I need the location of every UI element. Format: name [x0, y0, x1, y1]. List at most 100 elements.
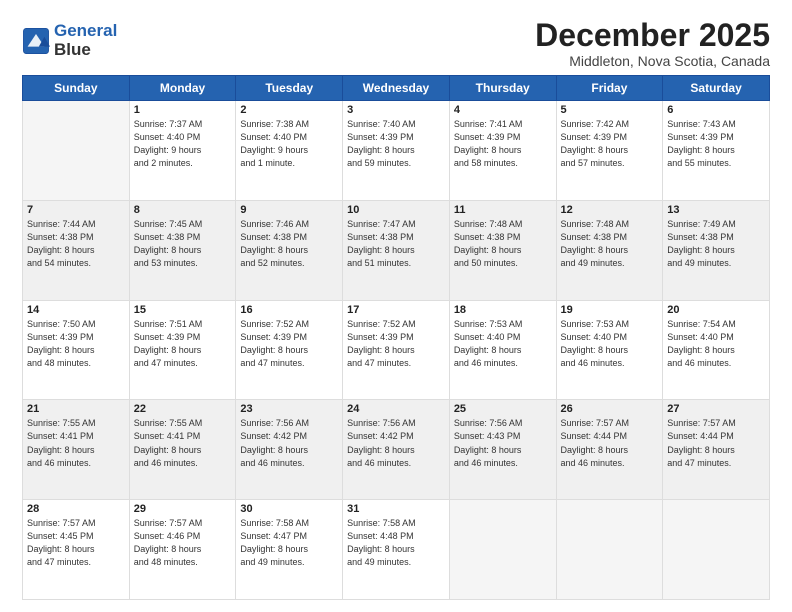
day-info: Sunrise: 7:52 AM Sunset: 4:39 PM Dayligh…	[347, 318, 445, 370]
day-info: Sunrise: 7:54 AM Sunset: 4:40 PM Dayligh…	[667, 318, 765, 370]
logo-text: General Blue	[54, 22, 117, 59]
day-info: Sunrise: 7:55 AM Sunset: 4:41 PM Dayligh…	[134, 417, 232, 469]
day-info: Sunrise: 7:55 AM Sunset: 4:41 PM Dayligh…	[27, 417, 125, 469]
calendar-day-cell: 5 Sunrise: 7:42 AM Sunset: 4:39 PM Daylig…	[556, 101, 663, 201]
day-info: Sunrise: 7:37 AM Sunset: 4:40 PM Dayligh…	[134, 118, 232, 170]
col-header-sunday: Sunday	[23, 76, 130, 101]
calendar-day-cell: 12 Sunrise: 7:48 AM Sunset: 4:38 PM Dayli…	[556, 200, 663, 300]
calendar-day-cell: 16 Sunrise: 7:52 AM Sunset: 4:39 PM Dayli…	[236, 300, 343, 400]
day-number: 27	[667, 403, 765, 415]
day-number: 4	[454, 104, 552, 116]
day-info: Sunrise: 7:57 AM Sunset: 4:46 PM Dayligh…	[134, 517, 232, 569]
day-info: Sunrise: 7:38 AM Sunset: 4:40 PM Dayligh…	[240, 118, 338, 170]
day-number: 24	[347, 403, 445, 415]
calendar-week-row: 7 Sunrise: 7:44 AM Sunset: 4:38 PM Daylig…	[23, 200, 770, 300]
calendar-empty-cell	[663, 500, 770, 600]
day-info: Sunrise: 7:57 AM Sunset: 4:44 PM Dayligh…	[667, 417, 765, 469]
day-number: 30	[240, 503, 338, 515]
calendar-day-cell: 1Sunrise: 7:37 AM Sunset: 4:40 PM Daylig…	[129, 101, 236, 201]
day-number: 8	[134, 204, 232, 216]
location: Middleton, Nova Scotia, Canada	[535, 53, 770, 69]
day-number: 12	[561, 204, 659, 216]
day-info: Sunrise: 7:48 AM Sunset: 4:38 PM Dayligh…	[561, 218, 659, 270]
day-number: 13	[667, 204, 765, 216]
day-info: Sunrise: 7:58 AM Sunset: 4:48 PM Dayligh…	[347, 517, 445, 569]
day-info: Sunrise: 7:47 AM Sunset: 4:38 PM Dayligh…	[347, 218, 445, 270]
day-number: 9	[240, 204, 338, 216]
col-header-monday: Monday	[129, 76, 236, 101]
day-info: Sunrise: 7:57 AM Sunset: 4:45 PM Dayligh…	[27, 517, 125, 569]
calendar-day-cell: 21Sunrise: 7:55 AM Sunset: 4:41 PM Dayli…	[23, 400, 130, 500]
day-number: 7	[27, 204, 125, 216]
calendar-day-cell: 27 Sunrise: 7:57 AM Sunset: 4:44 PM Dayli…	[663, 400, 770, 500]
day-number: 15	[134, 304, 232, 316]
calendar-day-cell: 25 Sunrise: 7:56 AM Sunset: 4:43 PM Dayli…	[449, 400, 556, 500]
day-info: Sunrise: 7:56 AM Sunset: 4:43 PM Dayligh…	[454, 417, 552, 469]
day-info: Sunrise: 7:45 AM Sunset: 4:38 PM Dayligh…	[134, 218, 232, 270]
calendar-day-cell: 8 Sunrise: 7:45 AM Sunset: 4:38 PM Daylig…	[129, 200, 236, 300]
calendar-day-cell: 13 Sunrise: 7:49 AM Sunset: 4:38 PM Dayli…	[663, 200, 770, 300]
day-info: Sunrise: 7:43 AM Sunset: 4:39 PM Dayligh…	[667, 118, 765, 170]
day-info: Sunrise: 7:56 AM Sunset: 4:42 PM Dayligh…	[240, 417, 338, 469]
calendar-week-row: 28 Sunrise: 7:57 AM Sunset: 4:45 PM Dayli…	[23, 500, 770, 600]
header: General Blue December 2025 Middleton, No…	[22, 18, 770, 69]
calendar-empty-cell	[449, 500, 556, 600]
calendar-day-cell: 17Sunrise: 7:52 AM Sunset: 4:39 PM Dayli…	[343, 300, 450, 400]
day-number: 29	[134, 503, 232, 515]
calendar-day-cell: 30Sunrise: 7:58 AM Sunset: 4:47 PM Dayli…	[236, 500, 343, 600]
calendar-day-cell: 14Sunrise: 7:50 AM Sunset: 4:39 PM Dayli…	[23, 300, 130, 400]
day-number: 2	[240, 104, 338, 116]
day-info: Sunrise: 7:57 AM Sunset: 4:44 PM Dayligh…	[561, 417, 659, 469]
calendar-week-row: 21Sunrise: 7:55 AM Sunset: 4:41 PM Dayli…	[23, 400, 770, 500]
day-number: 18	[454, 304, 552, 316]
day-number: 6	[667, 104, 765, 116]
day-info: Sunrise: 7:52 AM Sunset: 4:39 PM Dayligh…	[240, 318, 338, 370]
calendar-day-cell: 11 Sunrise: 7:48 AM Sunset: 4:38 PM Dayli…	[449, 200, 556, 300]
col-header-wednesday: Wednesday	[343, 76, 450, 101]
day-number: 11	[454, 204, 552, 216]
title-block: December 2025 Middleton, Nova Scotia, Ca…	[535, 18, 770, 69]
calendar-day-cell: 28 Sunrise: 7:57 AM Sunset: 4:45 PM Dayli…	[23, 500, 130, 600]
day-info: Sunrise: 7:48 AM Sunset: 4:38 PM Dayligh…	[454, 218, 552, 270]
day-info: Sunrise: 7:56 AM Sunset: 4:42 PM Dayligh…	[347, 417, 445, 469]
day-info: Sunrise: 7:41 AM Sunset: 4:39 PM Dayligh…	[454, 118, 552, 170]
day-number: 25	[454, 403, 552, 415]
day-info: Sunrise: 7:44 AM Sunset: 4:38 PM Dayligh…	[27, 218, 125, 270]
day-info: Sunrise: 7:53 AM Sunset: 4:40 PM Dayligh…	[454, 318, 552, 370]
day-info: Sunrise: 7:40 AM Sunset: 4:39 PM Dayligh…	[347, 118, 445, 170]
day-number: 19	[561, 304, 659, 316]
calendar-day-cell: 3 Sunrise: 7:40 AM Sunset: 4:39 PM Daylig…	[343, 101, 450, 201]
day-number: 3	[347, 104, 445, 116]
calendar-day-cell: 9 Sunrise: 7:46 AM Sunset: 4:38 PM Daylig…	[236, 200, 343, 300]
col-header-thursday: Thursday	[449, 76, 556, 101]
month-title: December 2025	[535, 18, 770, 53]
calendar-day-cell: 2 Sunrise: 7:38 AM Sunset: 4:40 PM Daylig…	[236, 101, 343, 201]
calendar-week-row: 14Sunrise: 7:50 AM Sunset: 4:39 PM Dayli…	[23, 300, 770, 400]
day-info: Sunrise: 7:46 AM Sunset: 4:38 PM Dayligh…	[240, 218, 338, 270]
day-number: 20	[667, 304, 765, 316]
calendar-day-cell: 15 Sunrise: 7:51 AM Sunset: 4:39 PM Dayli…	[129, 300, 236, 400]
day-number: 14	[27, 304, 125, 316]
calendar-day-cell: 4 Sunrise: 7:41 AM Sunset: 4:39 PM Daylig…	[449, 101, 556, 201]
logo-icon	[22, 27, 50, 55]
day-number: 28	[27, 503, 125, 515]
day-info: Sunrise: 7:42 AM Sunset: 4:39 PM Dayligh…	[561, 118, 659, 170]
calendar-day-cell: 19 Sunrise: 7:53 AM Sunset: 4:40 PM Dayli…	[556, 300, 663, 400]
calendar-week-row: 1Sunrise: 7:37 AM Sunset: 4:40 PM Daylig…	[23, 101, 770, 201]
day-number: 5	[561, 104, 659, 116]
day-info: Sunrise: 7:51 AM Sunset: 4:39 PM Dayligh…	[134, 318, 232, 370]
calendar-day-cell: 26 Sunrise: 7:57 AM Sunset: 4:44 PM Dayli…	[556, 400, 663, 500]
day-info: Sunrise: 7:53 AM Sunset: 4:40 PM Dayligh…	[561, 318, 659, 370]
calendar-table: SundayMondayTuesdayWednesdayThursdayFrid…	[22, 75, 770, 600]
day-number: 16	[240, 304, 338, 316]
calendar-empty-cell	[556, 500, 663, 600]
day-number: 26	[561, 403, 659, 415]
day-info: Sunrise: 7:49 AM Sunset: 4:38 PM Dayligh…	[667, 218, 765, 270]
calendar-day-cell: 18 Sunrise: 7:53 AM Sunset: 4:40 PM Dayli…	[449, 300, 556, 400]
col-header-friday: Friday	[556, 76, 663, 101]
calendar-day-cell: 20 Sunrise: 7:54 AM Sunset: 4:40 PM Dayli…	[663, 300, 770, 400]
day-number: 10	[347, 204, 445, 216]
col-header-tuesday: Tuesday	[236, 76, 343, 101]
logo: General Blue	[22, 22, 117, 59]
calendar-empty-cell	[23, 101, 130, 201]
